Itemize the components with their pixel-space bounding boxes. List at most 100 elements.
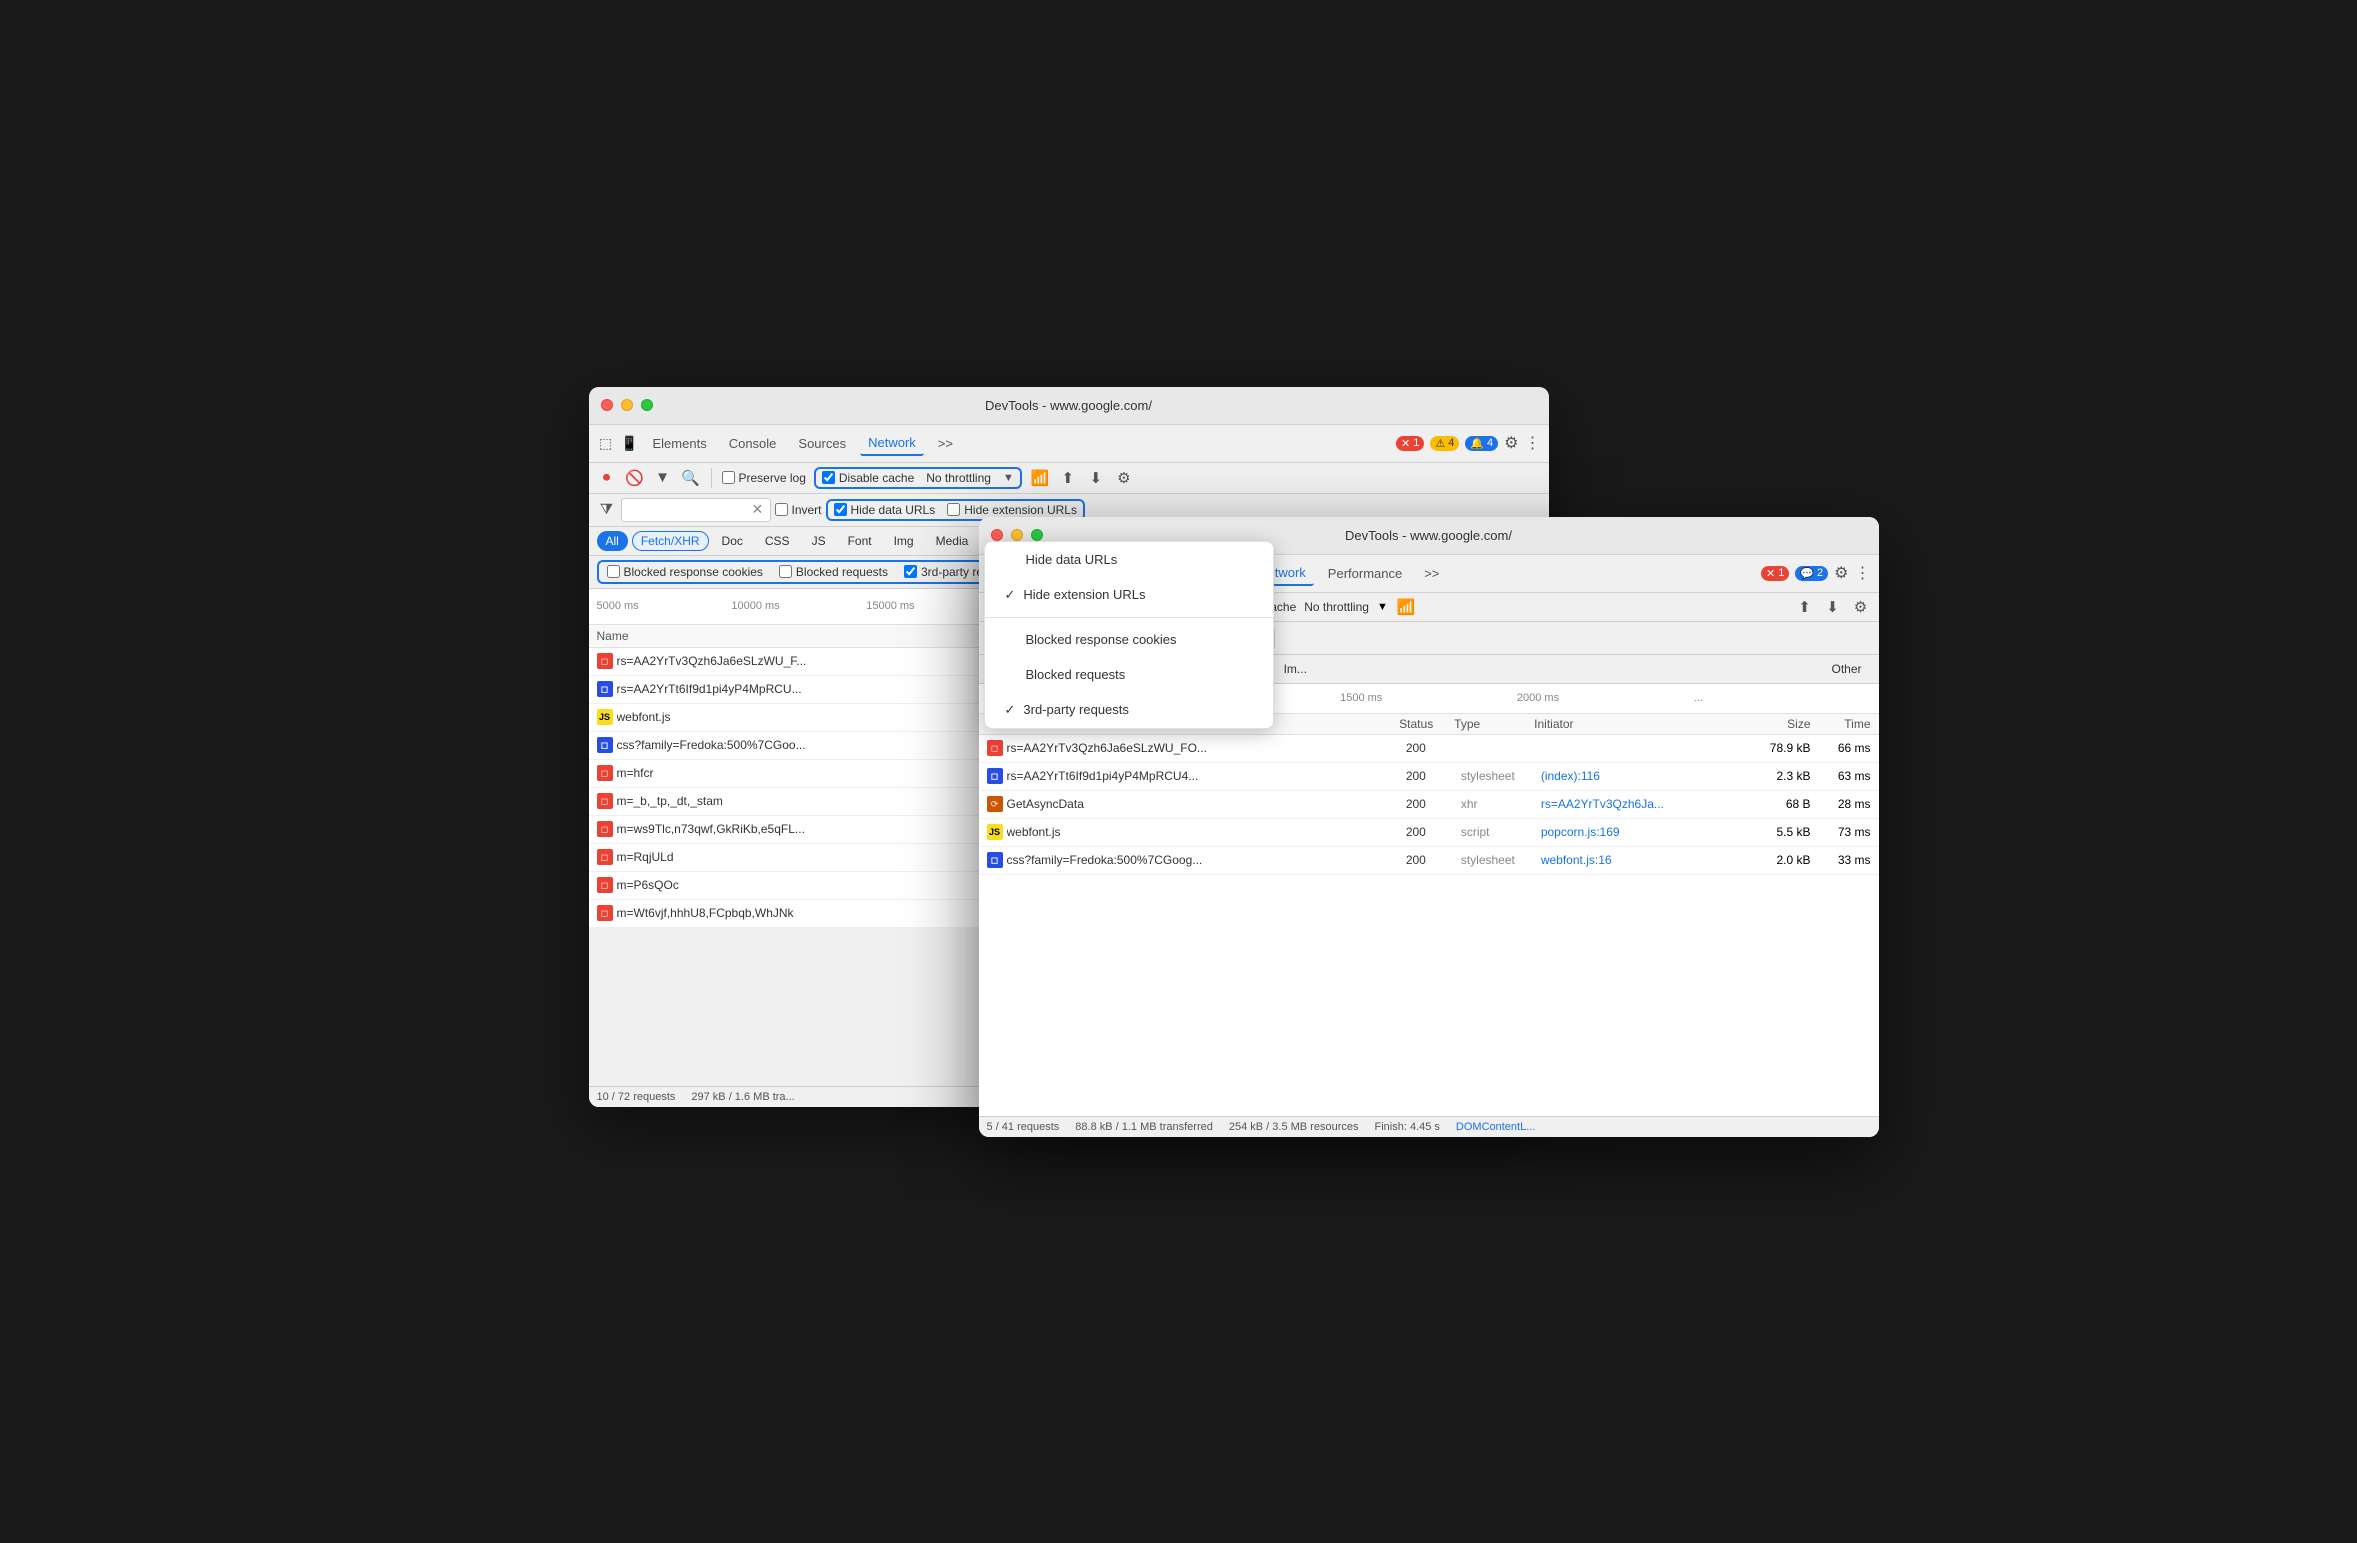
initiator-link-3[interactable]: rs=AA2YrTv3Qzh6Ja... xyxy=(1541,797,1664,811)
front-row-type-2: stylesheet xyxy=(1461,769,1541,783)
dropdown-hide-extension-urls[interactable]: Hide extension URLs xyxy=(985,577,1273,613)
search-icon[interactable]: 🔍 xyxy=(681,468,701,488)
front-minimize-button[interactable] xyxy=(1011,529,1023,541)
front-row-status-1: 200 xyxy=(1406,741,1461,755)
blocked-response-cookies-checkbox[interactable] xyxy=(607,565,620,578)
settings-icon[interactable]: ⚙ xyxy=(1504,433,1518,453)
front-settings2-icon[interactable]: ⚙ xyxy=(1851,597,1871,617)
front-table-row[interactable]: JS webfont.js 200 script popcorn.js:169 … xyxy=(979,819,1879,847)
front-window-controls xyxy=(991,529,1043,541)
settings2-icon[interactable]: ⚙ xyxy=(1114,468,1134,488)
tab-more[interactable]: >> xyxy=(930,432,961,455)
filter-js[interactable]: JS xyxy=(803,531,835,551)
blocked-requests-checkbox[interactable] xyxy=(779,565,792,578)
front-more-icon[interactable]: ⋮ xyxy=(1855,563,1871,583)
hide-extension-urls-label[interactable]: Hide extension URLs xyxy=(947,503,1077,517)
more-filters-dropdown: Hide data URLs Hide extension URLs Block… xyxy=(984,541,1274,729)
filter-media[interactable]: Media xyxy=(927,531,978,551)
dropdown-blocked-requests[interactable]: Blocked requests xyxy=(985,657,1273,692)
tab-network[interactable]: Network xyxy=(860,431,924,456)
dropdown-hide-data-urls[interactable]: Hide data URLs xyxy=(985,542,1273,577)
front-close-button[interactable] xyxy=(991,529,1003,541)
front-upload-icon[interactable]: ⬆ xyxy=(1795,597,1815,617)
clear-icon[interactable]: 🚫 xyxy=(625,468,645,488)
filter-all[interactable]: All xyxy=(597,531,628,551)
initiator-link-4[interactable]: popcorn.js:169 xyxy=(1541,825,1620,839)
hide-data-urls-checkbox[interactable] xyxy=(834,503,847,516)
filter-fetch-xhr[interactable]: Fetch/XHR xyxy=(632,531,709,551)
filter-funnel-icon[interactable]: ⧩ xyxy=(597,500,617,520)
hide-extension-urls-checkbox[interactable] xyxy=(947,503,960,516)
more-icon[interactable]: ⋮ xyxy=(1525,433,1541,453)
preserve-log-checkbox[interactable] xyxy=(722,471,735,484)
front-row-type-3: xhr xyxy=(1461,797,1541,811)
front-col-status[interactable]: Status xyxy=(1399,717,1454,731)
initiator-link-5[interactable]: webfont.js:16 xyxy=(1541,853,1612,867)
disable-cache-checkbox[interactable] xyxy=(822,471,835,484)
blocked-highlight-group: Blocked response cookies Blocked request… xyxy=(597,560,1029,584)
filter-icon[interactable]: ▼ xyxy=(653,468,673,488)
filter-input[interactable] xyxy=(628,503,748,517)
warn-badge: ⚠ 4 xyxy=(1430,436,1459,451)
close-button[interactable] xyxy=(601,399,613,411)
front-filter-other[interactable]: Other xyxy=(1822,659,1870,679)
filter-doc[interactable]: Doc xyxy=(713,531,752,551)
front-row-status-5: 200 xyxy=(1406,853,1461,867)
download-icon[interactable]: ⬇ xyxy=(1086,468,1106,488)
front-row-name-2: rs=AA2YrTt6If9d1pi4yP4MpRCU4... xyxy=(1007,769,1406,783)
front-tab-more[interactable]: >> xyxy=(1416,562,1447,585)
front-throttling-dropdown[interactable]: ▼ xyxy=(1377,601,1388,613)
front-filter-img-partial[interactable]: Im... xyxy=(1275,659,1316,679)
tab-console[interactable]: Console xyxy=(721,432,785,455)
maximize-button[interactable] xyxy=(641,399,653,411)
filter-img[interactable]: Img xyxy=(885,531,923,551)
hide-data-urls-label[interactable]: Hide data URLs xyxy=(834,503,936,517)
disable-cache-label[interactable]: Disable cache xyxy=(822,471,914,485)
blocked-response-cookies-label[interactable]: Blocked response cookies xyxy=(607,565,763,579)
inspector-icon[interactable]: ⬚ xyxy=(597,434,615,452)
tab-elements[interactable]: Elements xyxy=(645,432,715,455)
third-party-requests-checkbox[interactable] xyxy=(904,565,917,578)
front-row-icon-css: ◻ xyxy=(987,768,1003,784)
throttling-dropdown-icon[interactable]: ▼ xyxy=(1003,472,1014,484)
front-tab-performance[interactable]: Performance xyxy=(1320,562,1410,585)
timeline-5000: 5000 ms xyxy=(597,600,732,612)
front-download-icon[interactable]: ⬇ xyxy=(1823,597,1843,617)
initiator-link-2[interactable]: (index):116 xyxy=(1541,769,1600,783)
front-settings-icon[interactable]: ⚙ xyxy=(1834,563,1848,583)
back-titlebar: DevTools - www.google.com/ xyxy=(589,387,1549,425)
dropdown-blocked-response-cookies[interactable]: Blocked response cookies xyxy=(985,622,1273,657)
front-table-row[interactable]: ⟳ GetAsyncData 200 xhr rs=AA2YrTv3Qzh6Ja… xyxy=(979,791,1879,819)
front-row-status-3: 200 xyxy=(1406,797,1461,811)
back-network-toolbar: ⏺ 🚫 ▼ 🔍 Preserve log Disable cache No th… xyxy=(589,463,1549,494)
front-table-row[interactable]: ◻ css?family=Fredoka:500%7CGoog... 200 s… xyxy=(979,847,1879,875)
front-row-size-2: 2.3 kB xyxy=(1741,769,1811,783)
invert-label[interactable]: Invert xyxy=(775,503,822,517)
front-col-size[interactable]: Size xyxy=(1741,717,1811,731)
front-row-type-4: script xyxy=(1461,825,1541,839)
filter-font-back[interactable]: Font xyxy=(839,531,881,551)
front-maximize-button[interactable] xyxy=(1031,529,1043,541)
stop-recording-icon[interactable]: ⏺ xyxy=(597,468,617,488)
no-throttling-label: No throttling xyxy=(926,471,991,485)
wifi-icon[interactable]: 📶 xyxy=(1030,468,1050,488)
dropdown-third-party-requests[interactable]: 3rd-party requests xyxy=(985,692,1273,728)
dropdown-third-party-requests-label: 3rd-party requests xyxy=(1023,702,1129,717)
filter-highlight-group: Disable cache No throttling ▼ xyxy=(814,467,1022,489)
invert-checkbox[interactable] xyxy=(775,503,788,516)
blocked-requests-label[interactable]: Blocked requests xyxy=(779,565,888,579)
device-icon[interactable]: 📱 xyxy=(621,434,639,452)
front-table-row[interactable]: ◻ rs=AA2YrTt6If9d1pi4yP4MpRCU4... 200 st… xyxy=(979,763,1879,791)
front-col-type[interactable]: Type xyxy=(1454,717,1534,731)
minimize-button[interactable] xyxy=(621,399,633,411)
filter-css[interactable]: CSS xyxy=(756,531,799,551)
front-wifi-icon[interactable]: 📶 xyxy=(1396,597,1416,617)
upload-icon[interactable]: ⬆ xyxy=(1058,468,1078,488)
timeline-1500ms: 1500 ms xyxy=(1340,692,1517,704)
front-col-time[interactable]: Time xyxy=(1811,717,1871,731)
front-col-initiator[interactable]: Initiator xyxy=(1534,717,1740,731)
tab-sources[interactable]: Sources xyxy=(790,432,854,455)
front-table-row[interactable]: ◻ rs=AA2YrTv3Qzh6Ja6eSLzWU_FO... 200 78.… xyxy=(979,735,1879,763)
clear-filter-icon[interactable]: ✕ xyxy=(752,501,764,518)
preserve-log-label[interactable]: Preserve log xyxy=(722,471,806,485)
